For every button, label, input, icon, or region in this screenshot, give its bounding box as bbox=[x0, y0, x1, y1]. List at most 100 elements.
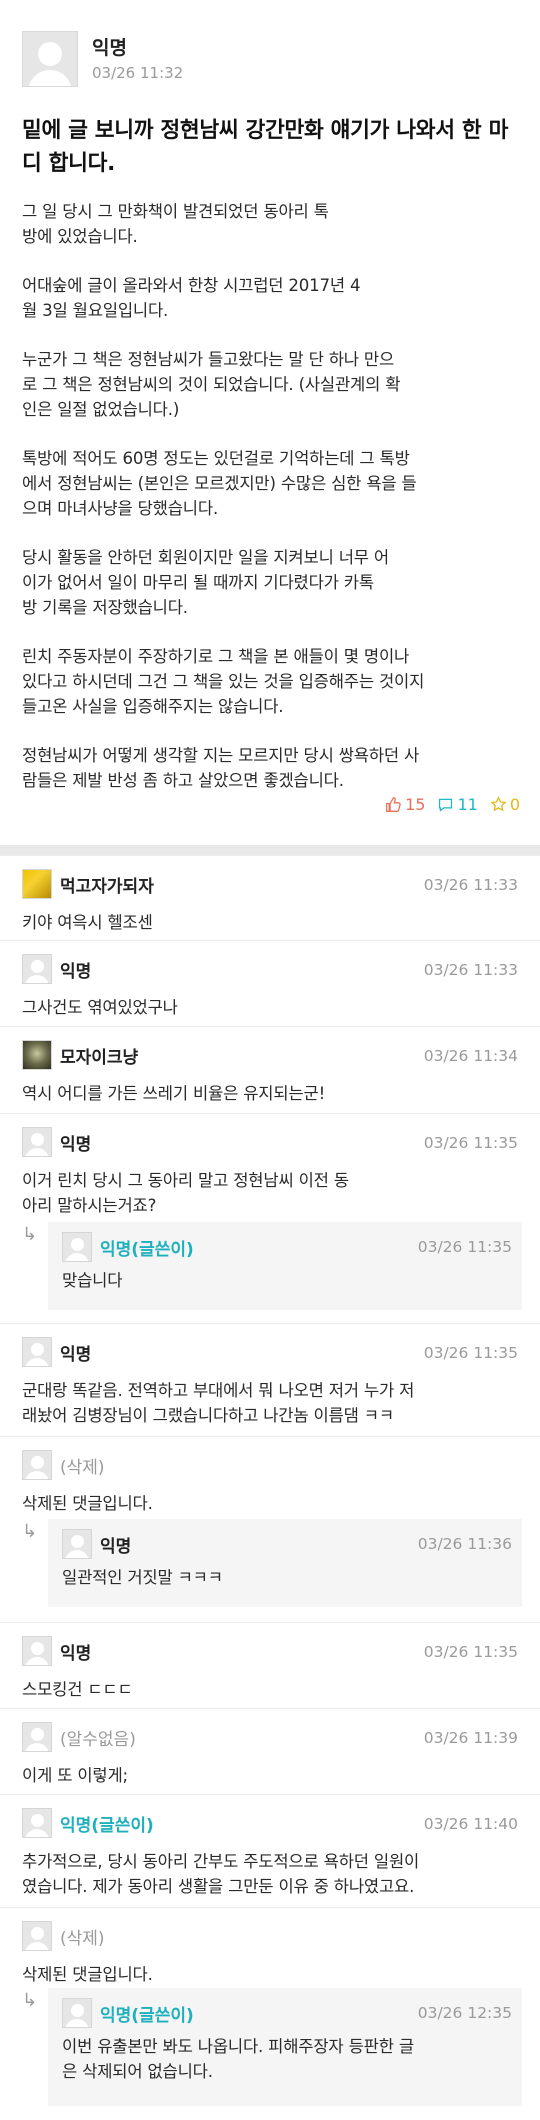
avatar bbox=[22, 1040, 52, 1070]
avatar bbox=[62, 1529, 92, 1559]
comment-text: 이게 또 이렇게; bbox=[22, 1766, 128, 1785]
comment-text: 스모킹건 ㄷㄷㄷ bbox=[22, 1680, 133, 1699]
avatar bbox=[22, 31, 78, 87]
comment-header: 익명 bbox=[62, 1529, 131, 1559]
comment-text: 추가적으로, 당시 동아리 간부도 주도적으로 욕하던 일원이 였습니다. 제가… bbox=[22, 1852, 420, 1896]
comment-text: 삭제된 댓글입니다. bbox=[22, 1965, 153, 1984]
thumbs-up-icon bbox=[386, 797, 401, 812]
comment-time: 03/26 11:33 bbox=[423, 876, 518, 894]
comment-time: 03/26 11:33 bbox=[423, 961, 518, 979]
post-paragraph: 그 일 당시 그 만화책이 발견되었던 동아리 톡 방에 있었습니다. bbox=[22, 202, 329, 246]
comment-header: 익명(글쓴이) bbox=[22, 1808, 154, 1838]
post-paragraph: 누군가 그 책은 정현남씨가 들고왔다는 말 단 하나 만으 로 그 책은 정현… bbox=[22, 350, 401, 419]
comment-text: 맞습니다 bbox=[62, 1271, 123, 1290]
comment-time: 03/26 12:35 bbox=[417, 2004, 512, 2022]
comment-item: (삭제) 삭제된 댓글입니다. ↳ 익명(글쓴이) 03/26 12:35 이번… bbox=[0, 1907, 540, 2120]
comment-header: 익명 bbox=[22, 1337, 91, 1367]
reply-arrow-icon: ↳ bbox=[22, 1990, 38, 2011]
comment-header: (삭제) bbox=[22, 1450, 105, 1480]
comment-time: 03/26 11:35 bbox=[423, 1344, 518, 1362]
comment-text: 삭제된 댓글입니다. bbox=[22, 1494, 153, 1513]
comment-author: (삭제) bbox=[60, 1457, 105, 1478]
comment-author: 익명 bbox=[100, 1536, 132, 1557]
post-author-meta: 익명 03/26 11:32 bbox=[92, 36, 183, 82]
post-title: 밑에 글 보니까 정현남씨 강간만화 얘기가 나와서 한 마디 합니다. bbox=[22, 118, 509, 176]
comment-header: 모자이크냥 bbox=[22, 1040, 138, 1070]
reply-item: 익명 03/26 11:36 일관적인 거짓말 ㅋㅋㅋ bbox=[48, 1519, 522, 1607]
avatar bbox=[22, 869, 52, 899]
avatar bbox=[22, 1337, 52, 1367]
post-paragraph: 린치 주동자분이 주장하기로 그 책을 본 애들이 몇 명이나 있다고 하시던데… bbox=[22, 647, 425, 716]
comment-text: 역시 어디를 가든 쓰레기 비율은 유지되는군! bbox=[22, 1084, 326, 1103]
post-paragraph: 당시 활동을 안하던 회원이지만 일을 지켜보니 너무 어 이가 없어서 일이 … bbox=[22, 548, 389, 617]
comment-author: 익명(글쓴이) bbox=[100, 1239, 194, 1260]
avatar bbox=[22, 1921, 52, 1951]
post-stats: 15 11 0 bbox=[385, 795, 520, 814]
comment-time: 03/26 11:40 bbox=[423, 1815, 518, 1833]
comment-item: 익명 03/26 11:35 이거 린치 당시 그 동아리 말고 정현남씨 이전… bbox=[0, 1113, 540, 1323]
comment-author: 익명(글쓴이) bbox=[100, 2005, 194, 2026]
comment-author: 익명(글쓴이) bbox=[60, 1815, 154, 1836]
post-author: 익명 bbox=[92, 37, 127, 59]
comment-item: 익명 03/26 11:35 스모킹건 ㄷㄷㄷ bbox=[0, 1622, 540, 1708]
scrap-count: 0 bbox=[509, 795, 520, 814]
comment-header: 익명 bbox=[22, 1636, 91, 1666]
comment-text: 이번 유출본만 봐도 나옵니다. 피해주장자 등판한 글 은 삭제되어 없습니다… bbox=[62, 2037, 414, 2081]
comment-text: 키야 여윽시 헬조센 bbox=[22, 913, 153, 932]
reply-item: 익명(글쓴이) 03/26 12:35 이번 유출본만 봐도 나옵니다. 피해주… bbox=[48, 1988, 522, 2106]
post-time: 03/26 11:32 bbox=[92, 64, 184, 82]
comment-header: (알수없음) bbox=[22, 1722, 136, 1752]
speech-bubble-icon bbox=[439, 798, 453, 812]
comment-header: 익명(글쓴이) bbox=[62, 1232, 194, 1262]
comment-header: 먹고자가되자 bbox=[22, 869, 154, 899]
comment-author: 익명 bbox=[60, 961, 92, 982]
comment-time: 03/26 11:35 bbox=[417, 1238, 512, 1256]
comment-item: (알수없음) 03/26 11:39 이게 또 이렇게; bbox=[0, 1708, 540, 1794]
reply-item: 익명(글쓴이) 03/26 11:35 맞습니다 bbox=[48, 1222, 522, 1310]
post: 익명 03/26 11:32 밑에 글 보니까 정현남씨 강간만화 얘기가 나와… bbox=[0, 0, 540, 845]
avatar bbox=[22, 1722, 52, 1752]
avatar bbox=[22, 954, 52, 984]
avatar bbox=[22, 1808, 52, 1838]
avatar bbox=[62, 1232, 92, 1262]
avatar bbox=[22, 1636, 52, 1666]
comment-author: 모자이크냥 bbox=[60, 1047, 139, 1068]
comment-item: 익명(글쓴이) 03/26 11:40 추가적으로, 당시 동아리 간부도 주도… bbox=[0, 1794, 540, 1907]
comment-count: 11 bbox=[457, 795, 478, 814]
comment-text: 그사건도 엮여있었구나 bbox=[22, 998, 178, 1017]
comment-item: 익명 03/26 11:35 군대랑 똑같음. 전역하고 부대에서 뭐 나오면 … bbox=[0, 1323, 540, 1436]
comment-time: 03/26 11:35 bbox=[423, 1643, 518, 1661]
vote-count: 15 bbox=[405, 795, 426, 814]
post-paragraph: 어대숲에 글이 올라와서 한창 시끄럽던 2017년 4 월 3일 월요일입니다… bbox=[22, 276, 361, 320]
comment-header: (삭제) bbox=[22, 1921, 105, 1951]
comment-author: 먹고자가되자 bbox=[60, 876, 154, 897]
reply-arrow-icon: ↳ bbox=[22, 1224, 38, 1245]
comment-header: 익명 bbox=[22, 954, 91, 984]
comment-count-button[interactable]: 11 bbox=[437, 795, 478, 814]
comment-author: 익명 bbox=[60, 1134, 92, 1155]
post-body: 그 일 당시 그 만화책이 발견되었던 동아리 톡 방에 있었습니다. 어대숲에… bbox=[22, 199, 518, 793]
comment-item: (삭제) 삭제된 댓글입니다. ↳ 익명 03/26 11:36 일관적인 거짓… bbox=[0, 1436, 540, 1622]
scrap-button[interactable]: 0 bbox=[490, 795, 520, 814]
avatar bbox=[22, 1127, 52, 1157]
post-paragraph: 정현남씨가 어떻게 생각할 지는 모르지만 당시 쌍욕하던 사 람들은 제발 반… bbox=[22, 746, 420, 790]
comment-time: 03/26 11:39 bbox=[423, 1729, 518, 1747]
avatar bbox=[22, 1450, 52, 1480]
comment-text: 일관적인 거짓말 ㅋㅋㅋ bbox=[62, 1568, 223, 1587]
comment-text: 이거 린치 당시 그 동아리 말고 정현남씨 이전 동 아리 말하시는거죠? bbox=[22, 1171, 349, 1215]
section-divider bbox=[0, 845, 540, 855]
vote-button[interactable]: 15 bbox=[385, 795, 425, 814]
comment-author: 익명 bbox=[60, 1643, 92, 1664]
comment-author: (삭제) bbox=[60, 1928, 105, 1949]
reply-arrow-icon: ↳ bbox=[22, 1521, 38, 1542]
comment-item: 모자이크냥 03/26 11:34 역시 어디를 가든 쓰레기 비율은 유지되는… bbox=[0, 1026, 540, 1113]
comment-header: 익명(글쓴이) bbox=[62, 1998, 194, 2028]
comment-time: 03/26 11:34 bbox=[423, 1047, 518, 1065]
comment-item: 익명 03/26 11:33 그사건도 엮여있었구나 bbox=[0, 940, 540, 1026]
comment-time: 03/26 11:35 bbox=[423, 1134, 518, 1152]
comment-time: 03/26 11:36 bbox=[417, 1535, 512, 1553]
post-paragraph: 톡방에 적어도 60명 정도는 있던걸로 기억하는데 그 톡방 에서 정현남씨는… bbox=[22, 449, 417, 518]
post-author-row: 익명 03/26 11:32 bbox=[22, 26, 518, 92]
comment-author: 익명 bbox=[60, 1344, 92, 1365]
comment-text: 군대랑 똑같음. 전역하고 부대에서 뭐 나오면 저거 누가 저 래놨어 김병장… bbox=[22, 1381, 415, 1425]
